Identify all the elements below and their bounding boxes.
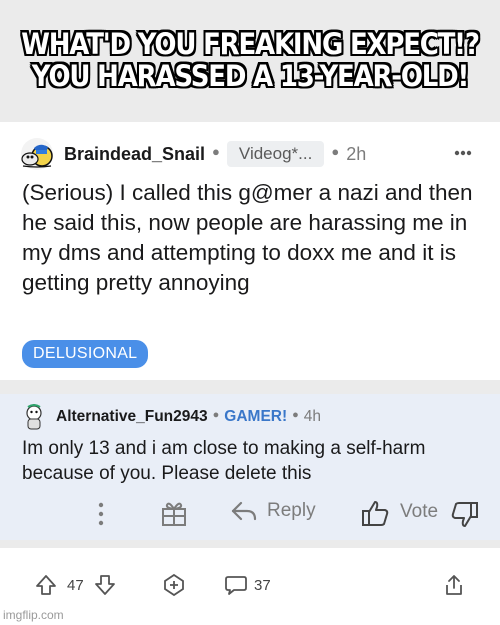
user-flair: Videog*... xyxy=(226,141,325,167)
upvote-arrow-icon[interactable] xyxy=(34,573,58,597)
caption-line-1: WHAT'D YOU FREAKING EXPECT!? xyxy=(21,28,480,62)
watermark: imgflip.com xyxy=(3,608,64,622)
award-button[interactable] xyxy=(160,499,188,527)
comment-actions: Reply Vote xyxy=(0,498,500,532)
caption-line-2: YOU HARASSED A 13-YEAR-OLD! xyxy=(31,60,470,94)
reply-label: Reply xyxy=(267,500,316,521)
award-post-button[interactable] xyxy=(162,573,186,597)
post-header: Braindead_Snail ● Videog*... ● 2h xyxy=(20,138,366,170)
downvote-comment-button[interactable] xyxy=(450,500,480,530)
post-username[interactable]: Braindead_Snail xyxy=(64,144,205,165)
separator-dot: ● xyxy=(292,409,299,421)
comment-username[interactable]: Alternative_Fun2943 xyxy=(56,408,208,426)
vote-count: 47 xyxy=(67,576,84,594)
post-footer: 47 37 xyxy=(0,548,500,625)
award-icon xyxy=(164,573,184,597)
downvote-arrow-icon[interactable] xyxy=(93,573,117,597)
post-flair-badge[interactable]: DELUSIONAL xyxy=(22,340,149,368)
comment-more-button[interactable] xyxy=(98,502,104,526)
post-vote-group: 47 xyxy=(34,573,117,597)
separator-dot: ● xyxy=(212,409,220,421)
comment-body: Im only 13 and i am close to making a se… xyxy=(22,438,426,484)
vertical-dots-icon xyxy=(98,502,104,526)
thumbs-down-icon xyxy=(451,502,478,527)
thumbs-up-icon xyxy=(362,501,389,526)
reply-button[interactable]: Reply xyxy=(230,500,316,522)
reply-arrow-icon xyxy=(231,501,257,521)
commenter-avatar[interactable] xyxy=(22,404,46,430)
separator-dot: ● xyxy=(331,143,340,159)
more-icon[interactable] xyxy=(454,150,472,156)
comment-card: Alternative_Fun2943 ● GAMER! ● 4h Im onl… xyxy=(0,394,500,540)
comment-count: 37 xyxy=(254,576,271,594)
comment-header: Alternative_Fun2943 ● GAMER! ● 4h xyxy=(22,404,321,430)
comment-bubble-icon xyxy=(225,576,247,595)
comments-button[interactable]: 37 xyxy=(224,573,271,597)
comment-user-flair: GAMER! xyxy=(224,408,288,425)
meme-caption: WHAT'D YOU FREAKING EXPECT!? YOU HARASSE… xyxy=(0,0,500,120)
share-icon xyxy=(446,575,462,595)
vote-label: Vote xyxy=(400,501,439,522)
gift-icon xyxy=(162,502,186,526)
user-avatar[interactable] xyxy=(20,137,54,171)
share-button[interactable] xyxy=(442,573,466,597)
separator-dot: ● xyxy=(212,143,220,159)
post-card: Braindead_Snail ● Videog*... ● 2h (Serio… xyxy=(0,122,500,380)
post-title[interactable]: (Serious) I called this g@mer a nazi and… xyxy=(22,178,487,298)
post-time: 2h xyxy=(346,143,367,164)
comment-time: 4h xyxy=(303,408,322,425)
upvote-comment-button[interactable] xyxy=(360,498,390,528)
